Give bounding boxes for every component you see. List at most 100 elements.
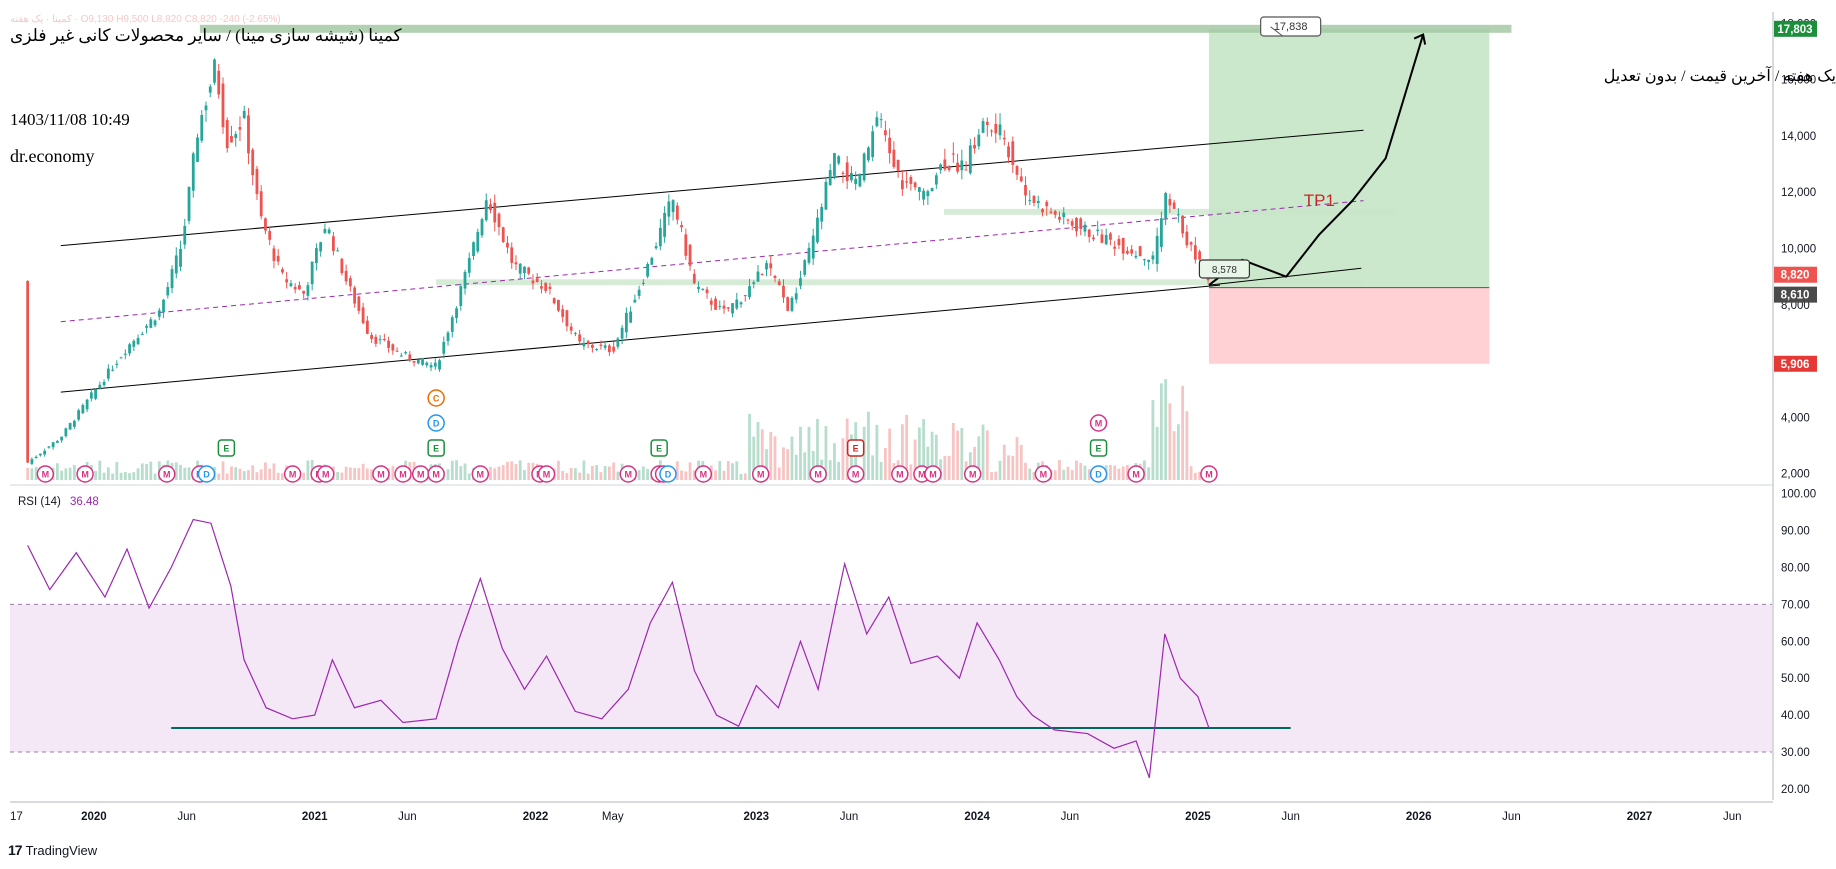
candle-body xyxy=(705,289,709,294)
candle-body xyxy=(599,344,603,346)
volume-bar xyxy=(136,468,140,480)
candle-body xyxy=(667,201,671,217)
candle-body xyxy=(51,442,55,448)
volume-bar xyxy=(688,462,692,480)
candle-body xyxy=(183,225,187,245)
volume-bar xyxy=(990,472,993,480)
volume-bar xyxy=(646,468,650,480)
m-marker-label: M xyxy=(377,470,385,480)
m-marker-label: M xyxy=(1095,419,1103,429)
candle-body xyxy=(629,311,633,323)
volume-bar xyxy=(493,468,497,480)
m-marker-label: M xyxy=(477,470,485,480)
volume-bar xyxy=(348,467,352,480)
candle-body xyxy=(718,305,722,307)
d-marker-label: D xyxy=(203,470,210,480)
candle-body xyxy=(26,280,30,463)
m-marker-label: M xyxy=(322,470,330,480)
volume-bar xyxy=(106,467,110,480)
volume-bar xyxy=(238,468,242,480)
time-axis-tick: 2027 xyxy=(1627,811,1653,823)
candle-body xyxy=(1092,237,1095,240)
tradingview-logo[interactable]: 17 TradingView xyxy=(8,842,97,858)
candle-body xyxy=(926,191,930,197)
candle-body xyxy=(854,178,858,185)
candle-body xyxy=(612,346,616,352)
price-axis-tick: 14,000 xyxy=(1781,131,1816,143)
volume-bar xyxy=(586,473,590,480)
volume-bar xyxy=(467,473,471,480)
candle-body xyxy=(450,317,454,332)
volume-bar xyxy=(497,466,501,480)
volume-bar xyxy=(119,472,123,480)
channel-lower-line xyxy=(60,284,1221,393)
time-axis-tick: 2021 xyxy=(302,811,328,823)
candle-body xyxy=(123,353,127,355)
time-axis-tick: Jun xyxy=(1723,811,1742,823)
volume-bar xyxy=(1181,385,1185,480)
candle-body xyxy=(807,247,811,263)
candle-body xyxy=(726,307,730,309)
volume-bar xyxy=(786,449,790,480)
candle-body xyxy=(157,310,161,317)
candle-body xyxy=(357,296,361,311)
candle-body xyxy=(30,459,34,464)
volume-bar xyxy=(527,462,531,480)
volume-bar xyxy=(1066,466,1070,480)
candle-body xyxy=(1041,209,1044,213)
candle-body xyxy=(947,166,951,171)
candle-body xyxy=(1143,259,1146,261)
candle-body xyxy=(43,450,47,455)
time-axis-tick: Jun xyxy=(840,811,859,823)
price-axis-tick: 2,000 xyxy=(1781,469,1810,481)
candle-body xyxy=(77,410,81,420)
candle-body xyxy=(977,134,981,147)
candle-body xyxy=(909,177,913,184)
volume-bar xyxy=(501,465,505,480)
candle-body xyxy=(68,423,72,430)
volume-bar xyxy=(391,465,395,480)
candle-body xyxy=(179,248,182,267)
candle-body xyxy=(1151,255,1155,260)
candle-body xyxy=(1049,211,1053,213)
candle-body xyxy=(765,263,768,270)
volume-bar xyxy=(735,461,739,480)
candle-body xyxy=(272,248,276,261)
candle-body xyxy=(459,286,463,306)
candle-body xyxy=(484,200,488,221)
candle-body xyxy=(162,299,165,313)
volume-bar xyxy=(302,472,306,480)
candle-body xyxy=(930,188,934,192)
candle-body xyxy=(917,187,921,192)
candle-body xyxy=(1121,237,1125,254)
candle-body xyxy=(773,275,777,278)
candle-body xyxy=(709,300,713,305)
volume-bar xyxy=(225,473,229,480)
m-marker-label: M xyxy=(1205,470,1213,480)
candle-body xyxy=(472,242,475,257)
volume-bar xyxy=(1062,469,1066,480)
candle-body xyxy=(654,246,658,249)
volume-bar xyxy=(357,468,361,480)
price-label-text: 8,610 xyxy=(1781,290,1810,302)
m-marker-label: M xyxy=(417,470,425,480)
candle-body xyxy=(794,293,798,300)
volume-bar xyxy=(1193,472,1197,480)
ohlc-readout: کمینا · یک هفته · O9,130 H9,500 L8,820 C… xyxy=(10,14,281,25)
time-axis-tick: 2026 xyxy=(1406,811,1432,823)
e-marker-label: E xyxy=(1096,444,1102,454)
m-marker-label: M xyxy=(852,470,860,480)
volume-bar xyxy=(506,461,509,480)
candle-body xyxy=(531,280,535,284)
candle-body xyxy=(166,287,170,296)
volume-bar xyxy=(463,463,467,480)
tradingview-logo-icon: 17 xyxy=(8,842,23,858)
candle-body xyxy=(55,440,59,443)
candle-body xyxy=(174,255,178,274)
candle-body xyxy=(1024,184,1027,196)
volume-bar xyxy=(1011,455,1015,480)
c-marker-label: C xyxy=(433,394,440,404)
volume-bar xyxy=(1172,431,1176,480)
volume-bar xyxy=(179,464,182,480)
candle-body xyxy=(548,286,552,289)
